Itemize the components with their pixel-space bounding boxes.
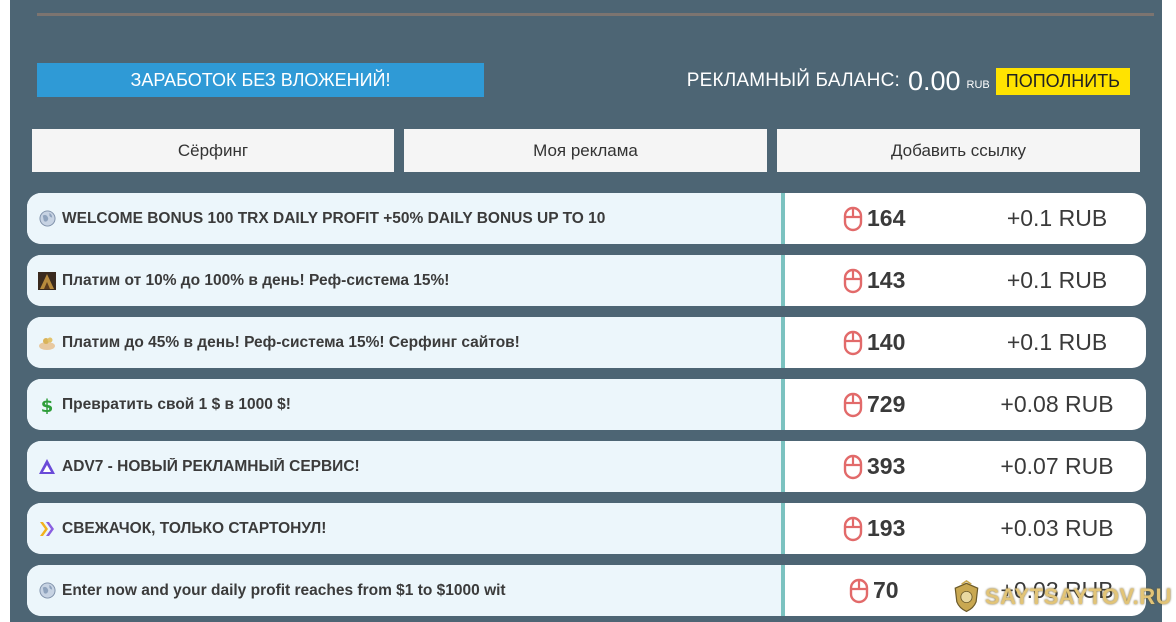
row-separator <box>781 193 785 244</box>
views-count: 140 <box>867 329 906 355</box>
row-title[interactable]: Платим до 45% в день! Реф-система 15%! С… <box>62 334 520 352</box>
row-price: +0.1 RUB <box>1006 205 1108 231</box>
earn-without-investment-button[interactable]: ЗАРАБОТОК БЕЗ ВЛОЖЕНИЙ! <box>37 63 484 97</box>
globe-icon <box>38 582 56 600</box>
crest-icon <box>954 579 979 613</box>
watermark-text: SAYTSAYTOV.RU <box>984 584 1172 609</box>
row-views: 164 <box>843 193 905 244</box>
watermark: SAYTSAYTOV.RU <box>952 575 1172 619</box>
row-separator <box>781 441 785 492</box>
row-price: +0.07 RUB <box>1000 453 1114 479</box>
mouse-icon <box>843 330 863 355</box>
surf-row[interactable]: Платим до 45% в день! Реф-система 15%! С… <box>27 317 1146 368</box>
surf-row[interactable]: СВЕЖАЧОК, ТОЛЬКО СТАРТОНУЛ! 193 +0.03 RUB <box>27 503 1146 554</box>
tab-bar: Сёрфинг Моя реклама Добавить ссылку <box>32 129 1140 172</box>
topup-button[interactable]: ПОПОЛНИТЬ <box>995 67 1130 95</box>
mouse-icon <box>843 268 863 293</box>
tab-surfing[interactable]: Сёрфинг <box>32 129 394 172</box>
globe-icon <box>38 210 56 228</box>
row-separator <box>781 255 785 306</box>
mouse-icon <box>843 206 863 231</box>
row-views: 70 <box>849 565 899 616</box>
row-title-area[interactable]: Платим от 10% до 100% в день! Реф-систем… <box>27 255 781 306</box>
mouse-icon <box>849 578 869 603</box>
row-price: +0.1 RUB <box>1006 329 1108 355</box>
surf-row[interactable]: Платим от 10% до 100% в день! Реф-систем… <box>27 255 1146 306</box>
pyramid-image-icon <box>38 271 56 290</box>
balance-value: 0.00 <box>907 65 961 96</box>
chevron-logo-icon <box>38 520 56 538</box>
tab-add-link[interactable]: Добавить ссылку <box>777 129 1140 172</box>
row-separator <box>781 503 785 554</box>
balance-unit: RUB <box>966 79 990 91</box>
views-count: 729 <box>867 391 906 417</box>
surf-row[interactable]: WELCOME BONUS 100 TRX DAILY PROFIT +50% … <box>27 193 1146 244</box>
hand-coins-icon <box>38 334 56 352</box>
dollar-icon: $ <box>38 396 56 414</box>
row-title[interactable]: Enter now and your daily profit reaches … <box>62 582 506 600</box>
mouse-icon <box>843 454 863 479</box>
row-title[interactable]: Платим от 10% до 100% в день! Реф-систем… <box>62 272 449 290</box>
top-divider <box>37 13 1154 16</box>
ad-balance: РЕКЛАМНЫЙ БАЛАНС: 0.00 RUB ПОПОЛНИТЬ <box>687 64 1130 98</box>
row-separator <box>781 317 785 368</box>
row-title[interactable]: СВЕЖАЧОК, ТОЛЬКО СТАРТОНУЛ! <box>62 520 326 538</box>
tab-my-ads[interactable]: Моя реклама <box>404 129 767 172</box>
row-title-area[interactable]: СВЕЖАЧОК, ТОЛЬКО СТАРТОНУЛ! <box>27 503 781 554</box>
row-title[interactable]: Превратить свой 1 $ в 1000 $! <box>62 396 291 414</box>
row-price: +0.1 RUB <box>1006 267 1108 293</box>
views-count: 70 <box>873 577 899 603</box>
row-price: +0.08 RUB <box>1000 391 1114 417</box>
balance-label: РЕКЛАМНЫЙ БАЛАНС: <box>686 70 900 91</box>
surf-row[interactable]: $ Превратить свой 1 $ в 1000 $! 729 +0.08 R… <box>27 379 1146 430</box>
row-views: 140 <box>843 317 905 368</box>
row-title-area[interactable]: Платим до 45% в день! Реф-система 15%! С… <box>27 317 781 368</box>
row-separator <box>781 379 785 430</box>
row-views: 393 <box>843 441 905 492</box>
row-title-area[interactable]: $ Превратить свой 1 $ в 1000 $! <box>27 379 781 430</box>
row-price: +0.03 RUB <box>1000 515 1114 541</box>
row-views: 729 <box>843 379 905 430</box>
row-title-area[interactable]: ADV7 - НОВЫЙ РЕКЛАМНЫЙ СЕРВИС! <box>27 441 781 492</box>
row-separator <box>781 565 785 616</box>
views-count: 143 <box>867 267 906 293</box>
row-title-area[interactable]: Enter now and your daily profit reaches … <box>27 565 781 616</box>
row-title-area[interactable]: WELCOME BONUS 100 TRX DAILY PROFIT +50% … <box>27 193 781 244</box>
row-views: 143 <box>843 255 905 306</box>
views-count: 164 <box>867 205 906 231</box>
triangle-logo-icon <box>38 458 56 476</box>
svg-text:$: $ <box>41 396 54 414</box>
views-count: 393 <box>867 453 906 479</box>
mouse-icon <box>843 392 863 417</box>
row-views: 193 <box>843 503 905 554</box>
mouse-icon <box>843 516 863 541</box>
surf-row[interactable]: ADV7 - НОВЫЙ РЕКЛАМНЫЙ СЕРВИС! 393 +0.07 R… <box>27 441 1146 492</box>
row-title[interactable]: ADV7 - НОВЫЙ РЕКЛАМНЫЙ СЕРВИС! <box>62 458 360 476</box>
views-count: 193 <box>867 515 906 541</box>
row-title[interactable]: WELCOME BONUS 100 TRX DAILY PROFIT +50% … <box>62 210 605 228</box>
